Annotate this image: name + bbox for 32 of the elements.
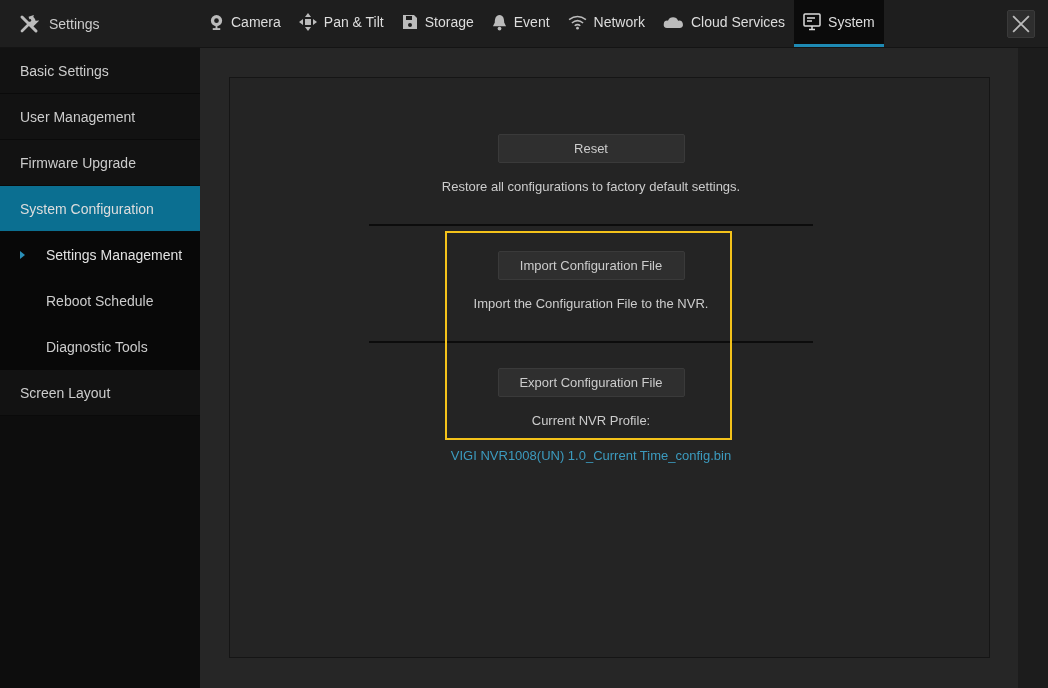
cloud-icon <box>662 15 684 29</box>
sidebar-subitem[interactable]: Diagnostic Tools <box>0 324 200 370</box>
action-button[interactable]: Export Configuration File <box>497 368 685 397</box>
tools-icon <box>19 13 39 34</box>
description-text: Import the Configuration File to the NVR. <box>473 296 709 311</box>
sidebar-item[interactable]: System Configuration <box>0 186 200 232</box>
close-button[interactable] <box>1007 9 1035 38</box>
bell-icon <box>491 13 507 31</box>
sidebar-subitem[interactable]: Reboot Schedule <box>0 278 200 324</box>
nav-tab[interactable]: Storage <box>392 0 483 47</box>
wifi-icon <box>567 14 587 30</box>
nav-tab[interactable]: Pan & Tilt <box>289 0 393 47</box>
nav-tab[interactable]: System <box>794 0 884 47</box>
settings-title: Settings <box>49 15 100 32</box>
nav-tab[interactable]: Event <box>482 0 559 47</box>
description-text: Restore all configurations to factory default settings. <box>441 179 741 194</box>
sidebar-item[interactable]: User Management <box>0 94 200 140</box>
file-name-link[interactable]: VIGI NVR1008(UN) 1.0_Current Time_config.bin <box>450 448 732 463</box>
action-button[interactable]: Reset <box>497 134 685 163</box>
nav-tab[interactable]: Cloud Services <box>653 0 795 47</box>
directional-arrows-icon <box>298 13 317 31</box>
monitor-icon <box>803 13 822 31</box>
sidebar-item[interactable]: Screen Layout <box>0 370 200 416</box>
nav-tab[interactable]: Network <box>558 0 654 47</box>
sidebar-subitem[interactable]: Settings Management <box>0 232 200 278</box>
sidebar-item[interactable]: Firmware Upgrade <box>0 140 200 186</box>
webcam-icon <box>209 13 224 31</box>
sidebar-item[interactable]: Basic Settings <box>0 48 200 94</box>
caret-icon <box>20 251 25 259</box>
description-text: Current NVR Profile: <box>531 413 651 428</box>
action-button[interactable]: Import Configuration File <box>497 251 685 280</box>
nav-tab[interactable]: Camera <box>200 0 290 47</box>
